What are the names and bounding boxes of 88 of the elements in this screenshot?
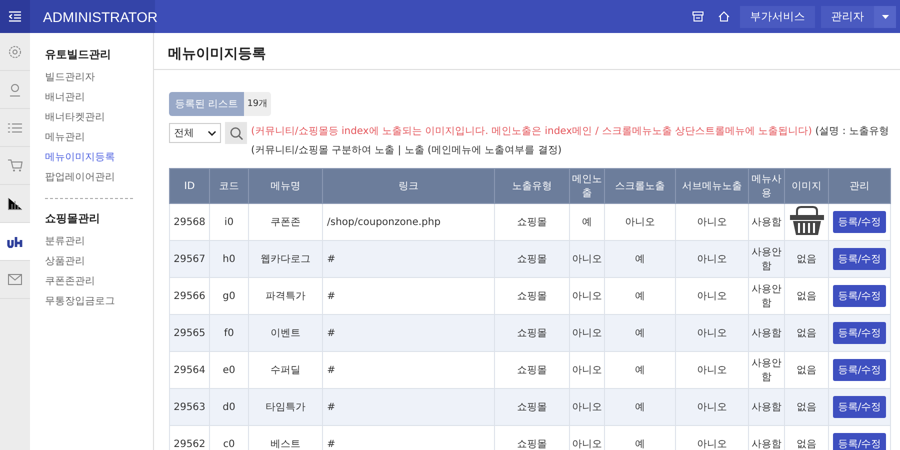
edit-button[interactable]: 등록/수정 [832,285,886,307]
caret-icon [882,14,888,18]
edit-button[interactable]: 등록/수정 [832,322,886,344]
table-cell: 29562 [170,426,210,450]
column-header: 링크 [322,168,494,204]
column-header: 스크롤노출 [604,168,676,204]
basket-icon [787,204,827,236]
dropdown-button[interactable] [874,6,896,28]
edit-button[interactable]: 등록/수정 [832,248,886,270]
table-cell: 없음 [796,328,816,339]
sidebar-item[interactable]: 빌드관리자 [45,68,95,88]
table-cell: 아니오 [676,314,748,352]
table-cell: 쇼핑몰 [494,388,570,426]
table-cell: 웹카다로그 [248,240,322,278]
notice-text: (커뮤니티/쇼핑몰등 index에 노출되는 이미지입니다. 메인노출은 index메인 / 스크롤메뉴노출 상단스트롤메뉴에 노출됩니다) (설명 : 노출유형(커뮤니티/쇼핑몰 구분하여 노출 | 노출 (메인메뉴에 노출여부를 결정) [251,125,890,158]
page-title: 메뉴이미지등록 [154,33,900,70]
table-cell: 사용안함 [748,240,784,278]
table-cell: 29565 [170,314,210,352]
logo-nav-item[interactable] [0,223,30,261]
edit-button[interactable]: 등록/수정 [832,396,886,418]
table-cell: 쇼핑몰 [494,314,570,352]
column-header: 메뉴명 [248,168,322,204]
sidebar-group-title: 유토빌드관리 [45,47,111,62]
table-cell: d0 [210,388,248,426]
table-cell: 사용함 [748,388,784,426]
count-badge: 19개 [244,92,271,116]
search-button[interactable] [225,122,247,144]
edit-button[interactable]: 등록/수정 [832,359,886,381]
table-cell: 이벤트 [248,314,322,352]
sidebar-item[interactable]: 상품관리 [45,252,85,272]
table-cell: 아니오 [676,388,748,426]
table-cell: # [322,240,494,278]
cart-icon [8,159,22,172]
table-cell: 타임특가 [248,388,322,426]
column-header: 관리 [828,168,890,204]
column-header: 메뉴사용 [748,168,784,204]
sidebar-item[interactable]: 배너관리 [45,88,85,108]
column-header: 서브메뉴노출 [676,168,748,204]
table-cell: 쇼핑몰 [494,240,570,278]
app-title: ADMINISTRATOR [30,0,155,33]
list-icon [8,122,22,134]
sidebar-item[interactable]: 쿠폰존관리 [45,272,95,292]
table-cell: 사용함 [748,314,784,352]
settings-icon [8,44,22,58]
chart-icon [8,198,22,210]
sidebar-item[interactable]: 메뉴이미지등록 [45,148,115,168]
mail-icon [8,274,22,285]
logo-icon [7,236,23,248]
sidebar-item[interactable]: 메뉴관리 [45,128,85,148]
menu-toggle-button[interactable] [0,0,30,33]
home-icon[interactable] [718,11,730,22]
table-cell: 아니오 [676,240,748,278]
table-cell: h0 [210,240,248,278]
table-cell: # [322,388,494,426]
menu-icon [9,11,21,22]
table-cell: 예 [604,240,676,278]
sidebar-item[interactable]: 분류관리 [45,232,85,252]
filter-select[interactable]: 전체 [169,123,221,143]
column-header: ID [170,168,210,204]
sidebar-item[interactable]: 배너타켓관리 [45,108,105,128]
edit-button[interactable]: 등록/수정 [832,433,886,450]
services-button[interactable]: 부가서비스 [740,6,815,28]
chevron-icon [208,130,216,136]
column-header: 코드 [210,168,248,204]
table-cell: 아니오 [570,388,604,426]
column-header: 이미지 [784,168,828,204]
column-header: 메인노출 [570,168,604,204]
table-cell: 없음 [796,291,816,302]
table-cell: 없음 [796,402,816,413]
edit-button[interactable]: 등록/수정 [832,211,886,233]
table-cell: 없음 [796,439,816,450]
table-cell: 아니오 [570,240,604,278]
table-cell: 없음 [796,254,816,265]
table-cell: 없음 [796,365,816,376]
table-cell: # [322,314,494,352]
table-cell: f0 [210,314,248,352]
table-cell: 예 [604,314,676,352]
user-icon [8,82,22,96]
sidebar-item[interactable]: 무통장입금로그 [45,292,115,312]
column-header: 노출유형 [494,168,570,204]
table-cell: 29567 [170,240,210,278]
admin-button[interactable]: 관리자 [821,6,874,28]
table-cell: 아니오 [570,314,604,352]
sidebar-group-title: 쇼핑몰관리 [45,211,100,226]
table-cell: 예 [604,388,676,426]
search-icon [230,126,242,140]
sidebar-item[interactable]: 팝업레이어관리 [45,168,115,188]
table-cell: 29563 [170,388,210,426]
